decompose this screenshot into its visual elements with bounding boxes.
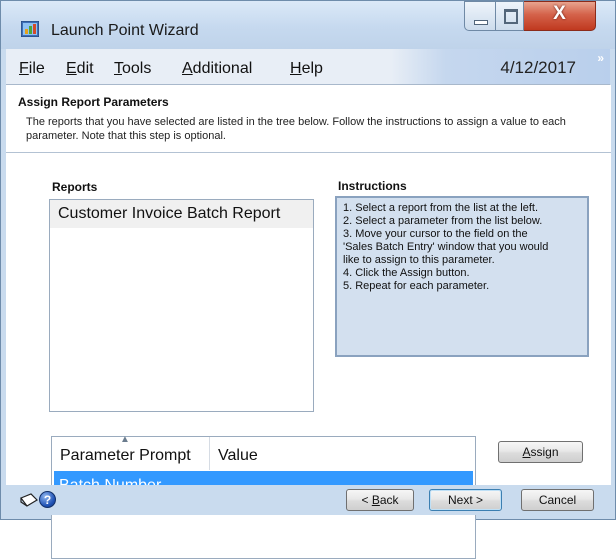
- assign-button[interactable]: Assign: [498, 441, 583, 463]
- menu-mnemonic: E: [66, 60, 77, 77]
- instruction-line: 1. Select a report from the list at the …: [343, 202, 539, 214]
- toolbar-overflow-icon[interactable]: »: [597, 51, 604, 65]
- back-mnemonic: B: [371, 493, 380, 507]
- menu-mnemonic: A: [182, 60, 193, 77]
- header-panel: Assign Report Parameters The reports tha…: [18, 93, 598, 149]
- menu-mnemonic: T: [114, 60, 122, 77]
- user-date[interactable]: 4/12/2017: [500, 58, 576, 78]
- window-title: Launch Point Wizard: [51, 22, 199, 39]
- column-header-label: Parameter Prompt: [60, 447, 191, 464]
- instruction-line: 2. Select a parameter from the list belo…: [343, 215, 543, 227]
- launch-point-wizard-window: Launch Point Wizard X File Edit Tools Ad…: [0, 0, 616, 559]
- menu-label: elp: [301, 60, 323, 77]
- instruction-line: 4. Click the Assign button.: [343, 267, 470, 279]
- help-icon[interactable]: ?: [39, 491, 56, 508]
- menu-tools[interactable]: Tools: [114, 60, 151, 78]
- launch-point-wizard-icon: [21, 21, 39, 37]
- menu-label: dit: [76, 60, 94, 77]
- menu-label: ile: [28, 60, 45, 77]
- menu-additional[interactable]: Additional: [182, 60, 252, 78]
- instruction-line: 5. Repeat for each parameter.: [343, 280, 490, 292]
- menu-mnemonic: H: [290, 60, 302, 77]
- header-divider: [6, 152, 611, 153]
- column-header-value[interactable]: Value: [210, 437, 475, 470]
- grid-header: ▲ Parameter Prompt Value: [52, 434, 475, 470]
- wizard-content: Assign Report Parameters The reports tha…: [6, 85, 611, 559]
- page-title: Assign Report Parameters: [18, 95, 169, 109]
- close-button[interactable]: X: [524, 1, 596, 31]
- column-header-label: Value: [218, 447, 258, 464]
- reports-tree[interactable]: Customer Invoice Batch Report: [49, 199, 314, 412]
- menu-bar: File Edit Tools Additional Help 4/12/201…: [6, 49, 610, 85]
- footer-bar: ? < Back Next > Cancel: [6, 485, 611, 515]
- note-icon[interactable]: [19, 492, 39, 508]
- instructions-box: 1. Select a report from the list at the …: [335, 196, 589, 357]
- date-area: 4/12/2017 »: [391, 49, 610, 84]
- maximize-icon: [504, 9, 518, 24]
- instruction-line: 3. Move your cursor to the field on the: [343, 228, 528, 240]
- assign-label-rest: ssign: [530, 445, 559, 459]
- close-icon: X: [553, 3, 566, 24]
- cancel-button[interactable]: Cancel: [521, 489, 594, 511]
- minimize-button[interactable]: [464, 1, 496, 31]
- sort-ascending-icon: ▲: [120, 434, 130, 445]
- report-name: Customer Invoice Batch Report: [58, 205, 281, 222]
- back-button[interactable]: < Back: [346, 489, 414, 511]
- page-description: The reports that you have selected are l…: [26, 116, 566, 142]
- next-label: Next >: [447, 493, 483, 507]
- next-button[interactable]: Next >: [429, 489, 502, 511]
- menu-label: ools: [122, 60, 152, 77]
- cancel-label: Cancel: [538, 493, 577, 507]
- menu-mnemonic: F: [19, 60, 29, 77]
- minimize-icon: [474, 20, 488, 25]
- column-header-parameter-prompt[interactable]: ▲ Parameter Prompt: [52, 434, 210, 470]
- menu-edit[interactable]: Edit: [66, 60, 94, 78]
- menu-file[interactable]: File: [19, 60, 45, 78]
- menu-label: dditional: [192, 60, 253, 77]
- back-label-rest: ack: [379, 493, 399, 507]
- menu-help[interactable]: Help: [290, 60, 323, 78]
- instruction-line: like to assign to this parameter.: [343, 254, 495, 266]
- instruction-line: 'Sales Batch Entry' window that you woul…: [343, 241, 549, 253]
- list-item[interactable]: Customer Invoice Batch Report: [50, 200, 313, 228]
- assign-mnemonic: A: [522, 445, 531, 459]
- title-bar[interactable]: Launch Point Wizard X: [1, 1, 615, 49]
- instructions-label: Instructions: [338, 179, 407, 193]
- maximize-button[interactable]: [496, 1, 524, 31]
- reports-label: Reports: [52, 180, 98, 194]
